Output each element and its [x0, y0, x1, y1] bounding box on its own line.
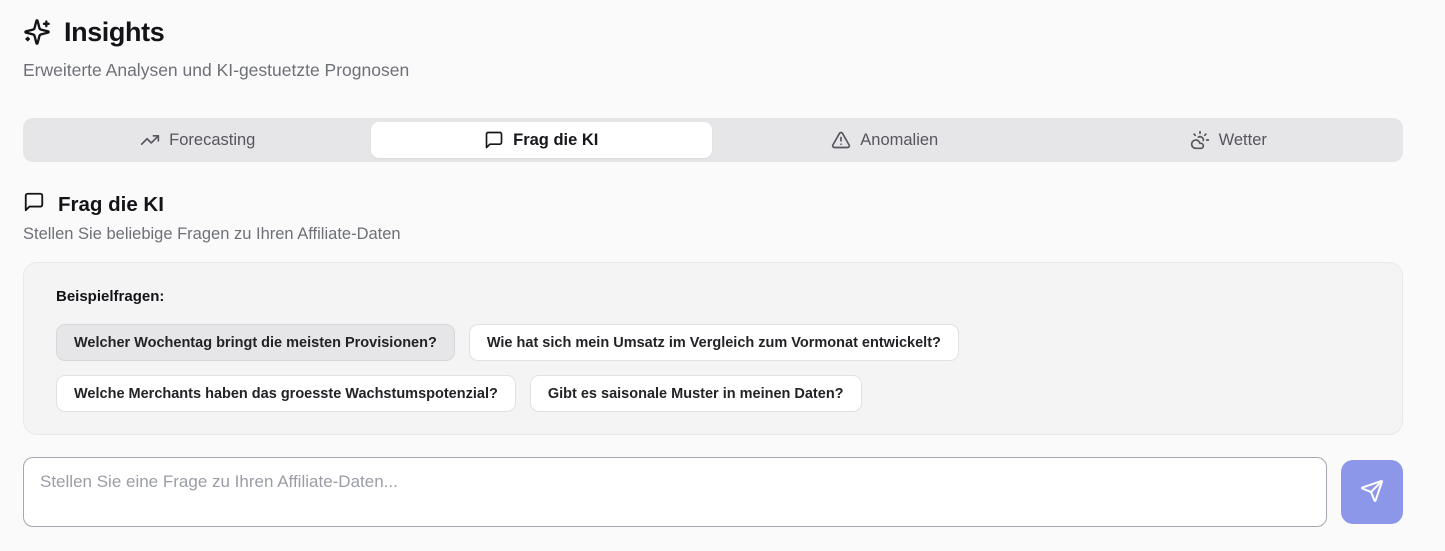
section-subtitle: Stellen Sie beliebige Fragen zu Ihren Af…	[23, 225, 401, 243]
tab-label: Forecasting	[169, 130, 256, 149]
example-question-button[interactable]: Wie hat sich mein Umsatz im Vergleich zu…	[468, 324, 959, 361]
tab-label: Frag die KI	[513, 130, 599, 149]
tab-label: Wetter	[1218, 130, 1267, 149]
section-header: Frag die KI	[23, 191, 1403, 218]
trending-up-icon	[140, 130, 160, 150]
page-title: Insights	[64, 16, 165, 47]
tab-frag-die-ki[interactable]: Frag die KI	[370, 122, 712, 158]
tab-wetter[interactable]: Wetter	[1058, 122, 1400, 158]
question-composer	[23, 457, 1403, 527]
send-button[interactable]	[1341, 460, 1403, 524]
example-questions-list: Welcher Wochentag bringt die meisten Pro…	[56, 324, 1066, 412]
cloud-sun-icon	[1190, 130, 1210, 150]
message-square-icon	[23, 191, 45, 218]
tab-anomalien[interactable]: Anomalien	[714, 122, 1056, 158]
sparkles-icon	[23, 18, 51, 46]
page-header: Insights	[23, 14, 1403, 50]
example-questions-card: Beispielfragen: Welcher Wochentag bringt…	[23, 262, 1403, 435]
tab-label: Anomalien	[860, 130, 939, 149]
question-input[interactable]	[23, 457, 1327, 527]
section-title: Frag die KI	[58, 192, 164, 216]
page-subtitle: Erweiterte Analysen und KI-gestuetzte Pr…	[23, 60, 410, 80]
example-question-button[interactable]: Gibt es saisonale Muster in meinen Daten…	[529, 375, 862, 412]
insights-tabbar: Forecasting Frag die KI Anomalien Wetter	[23, 118, 1403, 162]
send-icon	[1360, 479, 1384, 506]
example-question-button[interactable]: Welcher Wochentag bringt die meisten Pro…	[56, 324, 455, 361]
example-question-button[interactable]: Welche Merchants haben das groesste Wach…	[56, 375, 516, 412]
alert-triangle-icon	[831, 130, 851, 150]
message-square-icon	[484, 130, 504, 150]
examples-label: Beispielfragen:	[56, 288, 165, 305]
tab-forecasting[interactable]: Forecasting	[27, 122, 369, 158]
insights-page: Insights Erweiterte Analysen und KI-gest…	[0, 0, 1445, 527]
